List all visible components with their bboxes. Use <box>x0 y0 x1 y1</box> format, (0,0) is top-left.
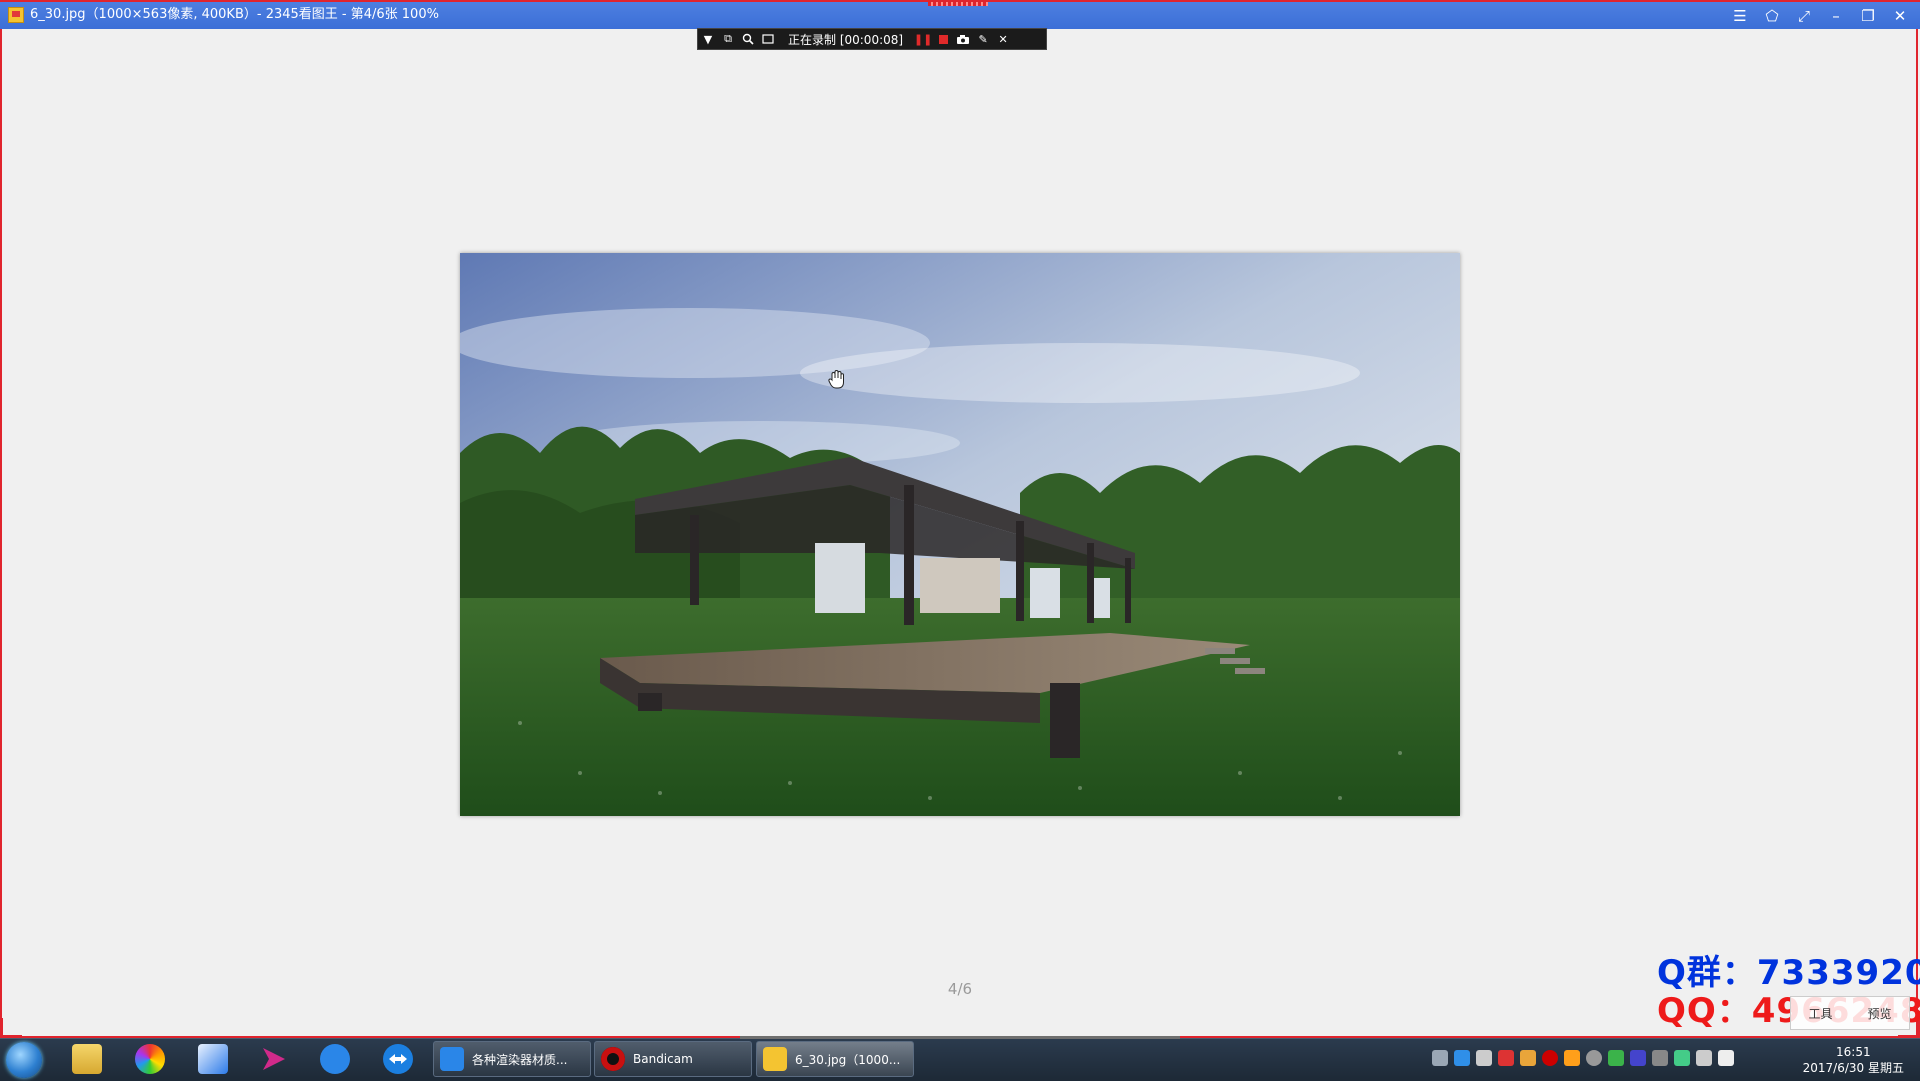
dropdown-icon[interactable]: ▼ <box>698 29 718 49</box>
stop-icon[interactable] <box>933 29 953 49</box>
house-render-image <box>460 253 1460 816</box>
tray-app-icon[interactable] <box>1498 1050 1514 1066</box>
clock-date: 2017/6/30 星期五 <box>1802 1061 1904 1075</box>
start-button[interactable] <box>6 1042 42 1078</box>
tray-nvidia-icon[interactable] <box>1608 1050 1624 1066</box>
title-bar[interactable]: 6_30.jpg（1000×563像素, 400KB）- 2345看图王 - 第… <box>0 0 1920 29</box>
restore-button[interactable]: ❐ <box>1854 5 1882 27</box>
system-tray <box>1432 1050 1734 1066</box>
tray-flame-icon[interactable] <box>1564 1050 1580 1066</box>
page-counter: 4/6 <box>947 980 973 998</box>
feather-icon[interactable] <box>198 1044 228 1074</box>
viewer-image[interactable] <box>460 253 1460 816</box>
hand-cursor-icon <box>828 370 844 389</box>
window-controls: ☰ ⬠ ⤢ – ❐ ✕ <box>1726 5 1914 27</box>
copy-icon[interactable]: ⧉ <box>718 29 738 49</box>
cloud-drive-icon[interactable] <box>320 1044 350 1074</box>
region-icon[interactable] <box>758 29 778 49</box>
taskbar-clock[interactable]: 16:51 2017/6/30 星期五 <box>1803 1044 1904 1076</box>
taskbar-task-render-materials[interactable]: 各种渲染器材质... <box>433 1041 591 1077</box>
tray-volume-icon[interactable] <box>1718 1050 1734 1066</box>
tray-keyboard-icon[interactable] <box>1432 1050 1448 1066</box>
camera-icon[interactable] <box>953 29 973 49</box>
tray-monitor-icon[interactable] <box>1696 1050 1712 1066</box>
recording-toolbar: ▼ ⧉ 正在录制 [00:00:08] ❚❚ ✎ ✕ <box>697 28 1047 50</box>
arrow-app-icon[interactable] <box>259 1044 289 1074</box>
bandicam-icon <box>601 1047 625 1071</box>
minimize-button[interactable]: – <box>1822 5 1850 27</box>
tray-shield-icon[interactable] <box>1454 1050 1470 1066</box>
tray-paint-icon[interactable] <box>1520 1050 1536 1066</box>
tray-security-icon[interactable] <box>1630 1050 1646 1066</box>
close-button[interactable]: ✕ <box>1886 5 1914 27</box>
menu-icon[interactable]: ☰ <box>1726 5 1754 27</box>
tray-wifi-icon[interactable] <box>1652 1050 1668 1066</box>
zoom-icon[interactable] <box>738 29 758 49</box>
recording-top-indicator <box>928 2 988 6</box>
recording-corner-bottom-left <box>0 1018 22 1038</box>
clock-time: 16:51 <box>1836 1045 1871 1059</box>
color-wheel-icon[interactable] <box>135 1044 165 1074</box>
viewer-mini-panel: 工具 预览 <box>1790 996 1910 1030</box>
task-label: Bandicam <box>633 1052 693 1066</box>
image-viewer-icon <box>763 1047 787 1071</box>
window-title: 6_30.jpg（1000×563像素, 400KB）- 2345看图王 - 第… <box>30 7 439 22</box>
task-label: 6_30.jpg（1000... <box>795 1052 901 1067</box>
tray-network-icon[interactable] <box>1586 1050 1602 1066</box>
task-app-icon <box>440 1047 464 1071</box>
teamviewer-icon[interactable] <box>383 1044 413 1074</box>
tools-button[interactable]: 工具 <box>1808 1005 1832 1022</box>
taskbar-task-bandicam[interactable]: Bandicam <box>594 1041 752 1077</box>
preview-button[interactable]: 预览 <box>1867 1005 1891 1022</box>
task-label: 各种渲染器材质... <box>472 1052 568 1067</box>
tray-flag-icon[interactable] <box>1674 1050 1690 1066</box>
tray-bird-icon[interactable] <box>1476 1050 1492 1066</box>
pause-icon[interactable]: ❚❚ <box>913 29 933 49</box>
explorer-icon[interactable] <box>72 1044 102 1074</box>
taskbar-progress-line <box>740 1036 1180 1039</box>
tray-record-icon[interactable] <box>1542 1050 1558 1066</box>
close-icon[interactable]: ✕ <box>993 29 1013 49</box>
fullscreen-icon[interactable]: ⤢ <box>1790 5 1818 27</box>
taskbar-task-image-viewer[interactable]: 6_30.jpg（1000... <box>756 1041 914 1077</box>
recording-status: 正在录制 [00:00:08] <box>788 32 904 47</box>
pen-icon[interactable]: ✎ <box>973 29 993 49</box>
app-icon <box>8 7 24 23</box>
skin-icon[interactable]: ⬠ <box>1758 5 1786 27</box>
